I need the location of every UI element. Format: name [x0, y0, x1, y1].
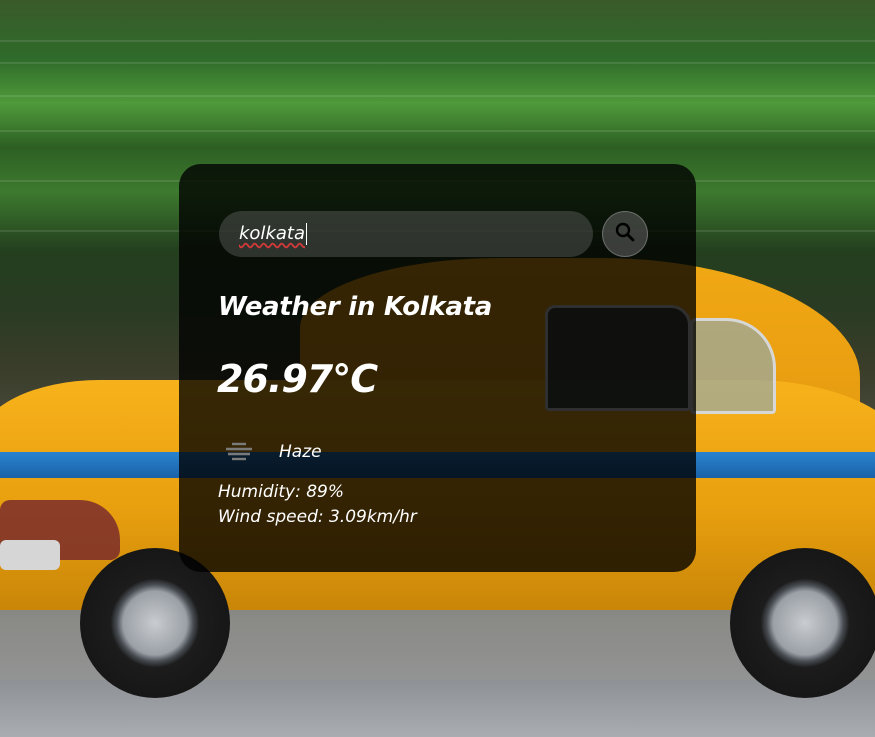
search-input-value: kolkata: [239, 223, 305, 244]
wind-speed-text: Wind speed: 3.09km/hr: [218, 507, 417, 527]
city-search-input[interactable]: kolkata: [219, 211, 593, 257]
condition-text: Haze: [279, 442, 322, 462]
text-caret: [305, 223, 307, 245]
taxi-wheel: [730, 548, 875, 698]
search-bar: kolkata: [219, 211, 649, 257]
temperature-value: 26.97°C: [217, 357, 378, 401]
condition-row: Haze: [219, 436, 322, 468]
city-heading: Weather in Kolkata: [218, 292, 493, 322]
search-button[interactable]: [602, 211, 648, 257]
weather-card: kolkata Weather in Kolkata 26.97°C Haze …: [179, 164, 696, 572]
humidity-text: Humidity: 89%: [218, 482, 344, 502]
taxi-bumper: [0, 540, 60, 570]
search-icon: [614, 221, 636, 247]
haze-icon: [219, 436, 259, 468]
